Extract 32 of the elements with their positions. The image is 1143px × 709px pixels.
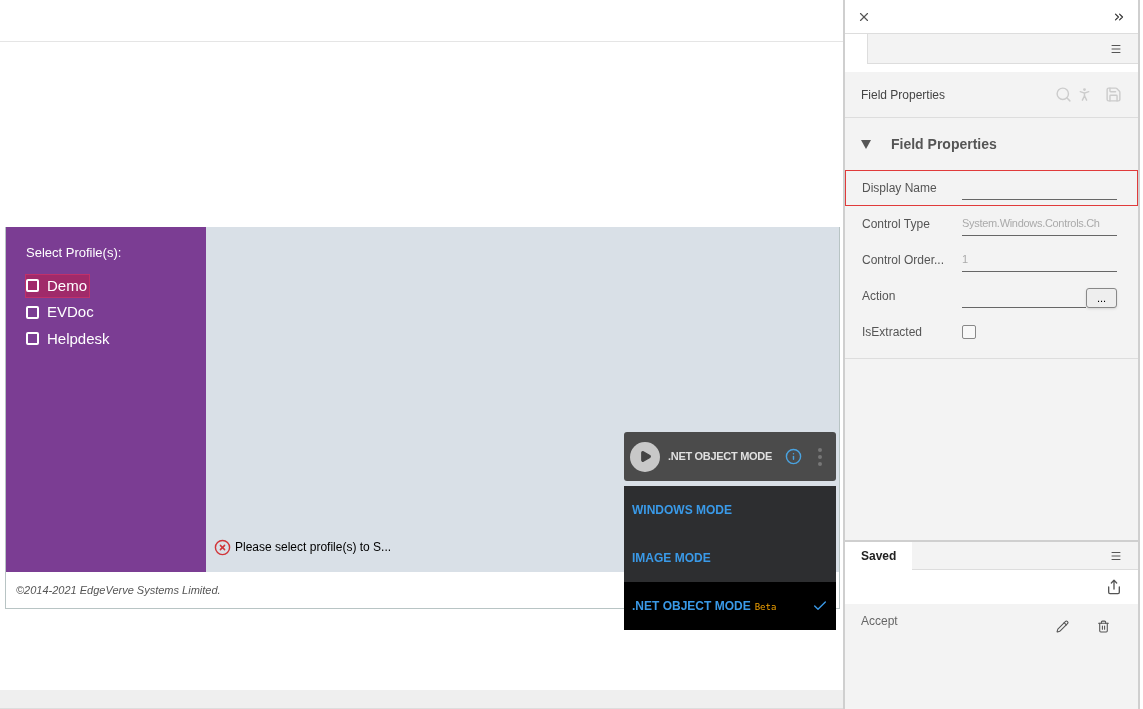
toolbar-title: Field Properties: [861, 86, 946, 104]
play-icon: [638, 450, 652, 463]
current-mode: .NET OBJECT MODE: [668, 449, 772, 465]
property-row[interactable]: Control Type System.Windows.Controls.Ch: [845, 206, 1138, 242]
browse-button[interactable]: ...: [1086, 288, 1117, 308]
property-row[interactable]: IsExtracted: [845, 314, 1138, 350]
error-icon: [214, 538, 231, 556]
profile-checkbox[interactable]: Helpdesk: [26, 327, 112, 350]
property-checkbox[interactable]: [962, 325, 976, 339]
menu-icon[interactable]: [1110, 549, 1122, 562]
info-icon[interactable]: [785, 448, 802, 465]
profiles-title: Select Profile(s):: [26, 244, 123, 262]
profile-checkbox[interactable]: EVDoc: [26, 301, 96, 324]
delete-icon[interactable]: [1097, 620, 1110, 633]
copyright-text: ©2014-2021 EdgeVerve Systems Limited.: [16, 582, 221, 598]
error-message: Please select profile(s) to S...: [235, 539, 392, 556]
edit-icon[interactable]: [1056, 620, 1069, 633]
mode-option[interactable]: .NET OBJECT MODE Beta: [624, 582, 836, 630]
property-row[interactable]: Action ...: [845, 278, 1138, 314]
share-icon[interactable]: [1106, 579, 1122, 595]
saved-tab[interactable]: Saved: [845, 542, 913, 570]
section-title: Field Properties: [891, 134, 997, 154]
menu-icon[interactable]: [1110, 42, 1122, 55]
caret-icon[interactable]: [861, 139, 871, 149]
saved-item[interactable]: Accept: [861, 612, 898, 630]
property-row[interactable]: Control Order... 1: [845, 242, 1138, 278]
play-button[interactable]: [630, 441, 660, 472]
mode-option[interactable]: WINDOWS MODE: [624, 486, 836, 534]
mode-option[interactable]: IMAGE MODE: [624, 534, 836, 582]
beta-label: Beta: [754, 601, 777, 615]
property-row[interactable]: Display Name: [845, 170, 1138, 206]
profile-checkbox[interactable]: Demo: [26, 274, 89, 297]
